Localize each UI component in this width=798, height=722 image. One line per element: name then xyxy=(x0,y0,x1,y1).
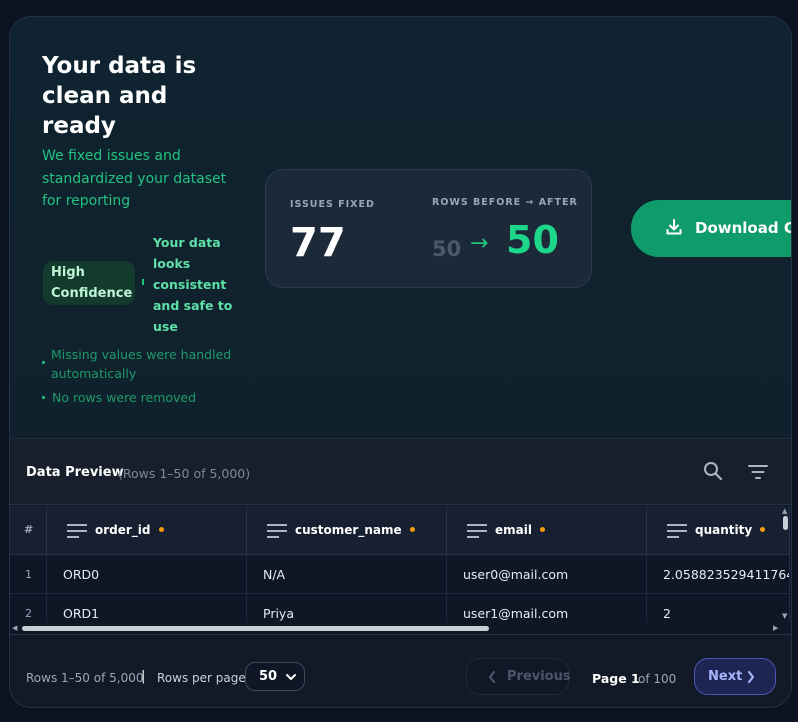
scrollbar-thumb[interactable] xyxy=(22,626,489,631)
menu-lines-icon xyxy=(467,524,487,538)
table-cell[interactable]: user0@mail.com xyxy=(447,555,647,594)
total-pages: of 100 xyxy=(638,672,677,686)
menu-lines-icon xyxy=(667,524,687,538)
column-header-order-id[interactable]: order_id xyxy=(47,506,247,555)
scrollbar-thumb[interactable] xyxy=(783,516,788,530)
data-preview-range: (Rows 1–50 of 5,000) xyxy=(118,466,251,481)
pagination-footer: Rows 1–50 of 5,000 | Rows per page: 50 P… xyxy=(10,634,791,707)
bullet-dot-icon xyxy=(42,396,45,399)
table-header-row: # order_id customer_name email quantity xyxy=(10,506,790,555)
warning-dot-icon xyxy=(539,527,545,532)
column-header-customer-name[interactable]: customer_name xyxy=(247,506,447,555)
rows-before-after-label: ROWS BEFORE → AFTER xyxy=(432,197,578,208)
rows-after-value: 50 xyxy=(506,218,559,262)
rows-per-page-label: Rows per page: xyxy=(157,671,250,685)
vertical-scrollbar[interactable]: ▲ ▼ xyxy=(781,506,789,634)
chevron-right-icon xyxy=(747,670,755,684)
rows-before-value: 50 xyxy=(432,237,462,261)
download-button[interactable]: Download Cleaned CSV xyxy=(631,200,791,257)
previous-button-label: Previous xyxy=(507,669,571,684)
row-index: 1 xyxy=(10,555,47,594)
column-header-label: quantity xyxy=(695,523,766,537)
bullet-dot-icon xyxy=(42,361,45,364)
table-cell[interactable]: 2.0588235294117645 xyxy=(647,555,790,594)
current-page: Page 1 xyxy=(592,671,640,686)
bullet-item: Missing values were handled automaticall… xyxy=(42,345,242,383)
download-icon xyxy=(666,219,682,235)
results-card: Your data is clean and ready We fixed is… xyxy=(9,16,792,708)
column-header-label: customer_name xyxy=(295,523,415,537)
column-header-label: # xyxy=(24,523,34,536)
next-button[interactable]: Next xyxy=(694,658,776,695)
footer-separator: | xyxy=(141,669,146,684)
warning-dot-icon xyxy=(409,527,415,532)
scroll-left-icon[interactable]: ◀ xyxy=(12,624,17,632)
chevron-down-icon xyxy=(286,674,296,681)
issues-fixed-label: ISSUES FIXED xyxy=(290,199,375,210)
data-preview-title: Data Preview xyxy=(26,465,124,480)
column-header-quantity[interactable]: quantity xyxy=(647,506,790,555)
column-header-label: order_id xyxy=(95,523,164,537)
table-cell[interactable]: ORD0 xyxy=(47,555,247,594)
data-table: # order_id customer_name email quantity … xyxy=(10,506,791,634)
bullet-text: Missing values were handled automaticall… xyxy=(51,347,232,381)
menu-lines-icon xyxy=(267,524,287,538)
horizontal-scrollbar[interactable]: ◀ ▶ xyxy=(10,622,790,634)
filter-icon[interactable] xyxy=(747,461,769,483)
warning-dot-icon xyxy=(158,527,164,532)
previous-button[interactable]: Previous xyxy=(466,658,571,695)
confidence-badge: High Confidence xyxy=(43,261,135,305)
warning-dot-icon xyxy=(760,527,766,532)
menu-lines-icon xyxy=(67,524,87,538)
rows-range-text: Rows 1–50 of 5,000 xyxy=(26,671,144,685)
download-button-label: Download Cleaned CSV xyxy=(695,219,791,237)
issues-fixed-value: 77 xyxy=(290,220,346,266)
page-subtitle: We fixed issues and standardized your da… xyxy=(42,148,227,209)
scroll-up-icon[interactable]: ▲ xyxy=(782,507,787,515)
bullet-text: No rows were removed xyxy=(52,390,197,405)
confidence-divider xyxy=(142,279,144,285)
arrow-right-icon: → xyxy=(470,231,489,256)
table-row[interactable]: 1 ORD0 N/A user0@mail.com 2.058823529411… xyxy=(10,555,790,594)
column-header-label: email xyxy=(495,523,545,537)
scroll-down-icon[interactable]: ▼ xyxy=(782,612,787,620)
column-header-email[interactable]: email xyxy=(447,506,647,555)
stats-panel: ISSUES FIXED 77 ROWS BEFORE → AFTER 50 →… xyxy=(265,169,592,288)
column-header-index: # xyxy=(10,506,47,555)
bullet-item: No rows were removed xyxy=(42,388,242,407)
rows-per-page-select[interactable]: 50 xyxy=(245,662,305,691)
data-preview-header: Data Preview (Rows 1–50 of 5,000) xyxy=(10,439,791,505)
chevron-left-icon xyxy=(488,670,496,684)
scroll-right-icon[interactable]: ▶ xyxy=(773,624,778,632)
page-title: Your data is clean and ready xyxy=(42,53,197,139)
summary-hero: Your data is clean and ready We fixed is… xyxy=(10,17,791,439)
next-button-label: Next xyxy=(708,669,743,684)
confidence-text: Your data looks consistent and safe to u… xyxy=(153,235,233,334)
rows-per-page-value: 50 xyxy=(259,669,278,684)
search-icon[interactable] xyxy=(702,460,724,482)
table-cell[interactable]: N/A xyxy=(247,555,447,594)
